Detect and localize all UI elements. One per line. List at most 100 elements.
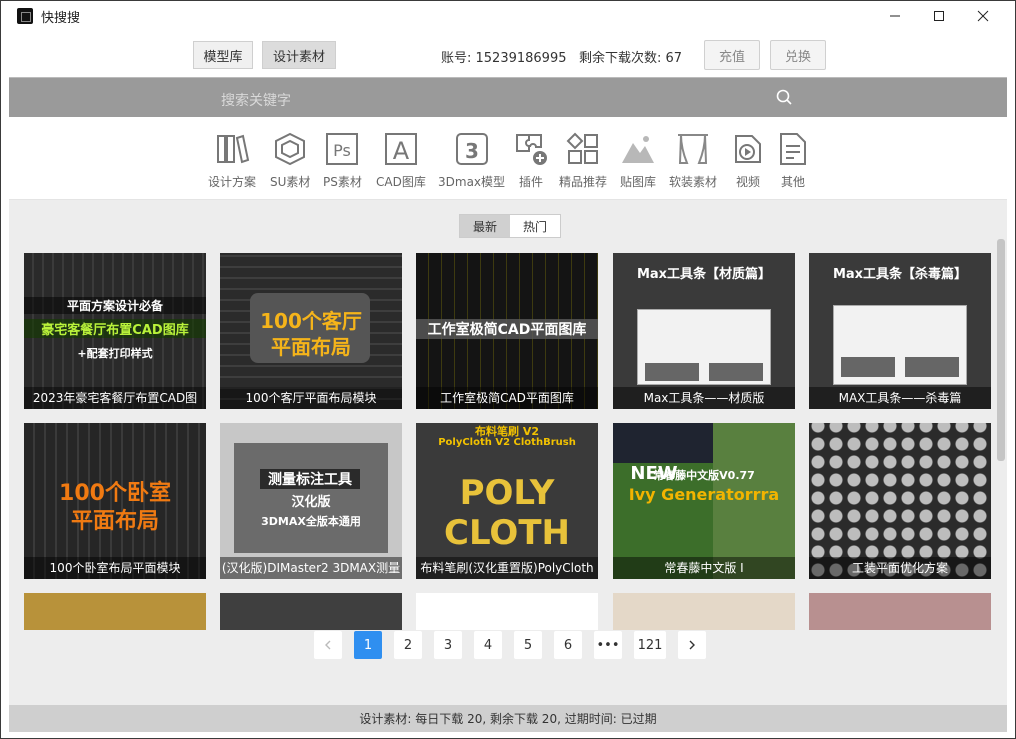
category-plugins[interactable]: 插件: [513, 131, 549, 197]
category-bar: 设计方案 SU素材 Ps PS素材 A CAD图库 3 3Dmax模型 插件 精…: [9, 117, 1007, 200]
card-art-text: POLY: [459, 473, 555, 513]
card-art-text: 工作室极简CAD平面图库: [416, 319, 598, 339]
window-title: 快搜搜: [41, 10, 81, 26]
category-cad-library[interactable]: A CAD图库: [376, 131, 426, 197]
material-card[interactable]: 常春藤中文版V0.77 NEW Ivy Generatorrra 常春藤中文版 …: [613, 423, 795, 579]
tab-model-library[interactable]: 模型库: [193, 41, 253, 69]
sort-tabs: 最新 热门: [459, 214, 561, 238]
card-art-text: 汉化版: [291, 495, 331, 510]
search-bar: 搜索关键字: [9, 77, 1007, 117]
ps-icon: Ps: [326, 133, 359, 165]
material-card[interactable]: 100个客厅 平面布局 100个客厅平面布局模块: [220, 253, 402, 409]
material-card[interactable]: 工装平面优化方案: [809, 423, 991, 579]
card-art-text: 测量标注工具: [260, 469, 360, 489]
card-art-text: 平面布局: [70, 509, 159, 534]
search-icon[interactable]: [775, 88, 793, 106]
card-caption: 工作室极简CAD平面图库: [416, 387, 598, 409]
card-caption: 常春藤中文版 I: [613, 557, 795, 579]
card-caption: (汉化版)DIMaster2 3DMAX测量: [220, 557, 402, 579]
grid-icon: [566, 132, 598, 164]
page-button[interactable]: 5: [514, 631, 542, 659]
tab-design-materials[interactable]: 设计素材: [262, 41, 336, 69]
material-card[interactable]: [613, 593, 795, 630]
category-soft-furnishing[interactable]: 软装素材: [669, 131, 717, 197]
card-grid: 平面方案设计必备 豪宅客餐厅布置CAD图库 +配套打印样式 2023年豪宅客餐厅…: [9, 250, 1007, 630]
video-icon: [735, 135, 761, 163]
category-featured[interactable]: 精品推荐: [559, 131, 607, 197]
material-card[interactable]: 平面方案设计必备 豪宅客餐厅布置CAD图库 +配套打印样式 2023年豪宅客餐厅…: [24, 253, 206, 409]
title-bar: 快搜搜: [1, 1, 1015, 31]
material-card[interactable]: [220, 593, 402, 630]
page-button[interactable]: 6: [554, 631, 582, 659]
material-card[interactable]: 测量标注工具 汉化版 3DMAX全版本通用 (汉化版)DIMaster2 3DM…: [220, 423, 402, 579]
category-ps-materials[interactable]: Ps PS素材: [323, 131, 362, 197]
3dmax-icon: 3: [455, 133, 488, 165]
recharge-button[interactable]: 充值: [704, 40, 760, 70]
card-art-text: NEW: [630, 463, 678, 484]
page-button[interactable]: 121: [634, 631, 666, 659]
status-bar: 设计素材: 每日下载 20, 剩余下载 20, 过期时间: 已过期: [9, 705, 1007, 732]
card-caption: Max工具条——材质版: [613, 387, 795, 409]
card-caption: 2023年豪宅客餐厅布置CAD图: [24, 387, 206, 409]
maximize-icon: [934, 11, 944, 21]
svg-text:Ps: Ps: [334, 141, 352, 160]
category-design-plans[interactable]: 设计方案: [208, 131, 256, 197]
category-label: 软装素材: [669, 175, 718, 189]
prev-page-button[interactable]: [314, 631, 342, 659]
sketchup-icon: [275, 132, 306, 166]
material-card[interactable]: [809, 593, 991, 630]
category-su-materials[interactable]: SU素材: [270, 131, 310, 197]
search-input[interactable]: 搜索关键字: [221, 90, 291, 110]
material-card[interactable]: 100个卧室 平面布局 100个卧室布局平面模块: [24, 423, 206, 579]
content-area: 最新 热门 平面方案设计必备 豪宅客餐厅布置CAD图库 +配套打印样式 2023…: [9, 200, 1007, 705]
chevron-right-icon: [689, 640, 695, 650]
card-caption: MAX工具条——杀毒篇: [809, 387, 991, 409]
material-card[interactable]: 布料笔刷 V2 PolyCloth V2 ClothBrush POLY CLO…: [416, 423, 598, 579]
card-caption: 布料笔刷(汉化重置版)PolyCloth: [416, 557, 598, 579]
app-logo-icon: [17, 8, 33, 24]
close-icon: [977, 10, 989, 22]
next-page-button[interactable]: [678, 631, 706, 659]
page-button[interactable]: 1: [354, 631, 382, 659]
app-window: 快搜搜 模型库 设计素材 账号: 15239186995 剩余下载次数: 67 …: [0, 0, 1016, 739]
exchange-button[interactable]: 兑换: [770, 40, 826, 70]
cad-icon: A: [384, 133, 417, 165]
scrollbar[interactable]: [997, 239, 1005, 461]
page-ellipsis-button[interactable]: •••: [594, 631, 622, 659]
category-label: 设计方案: [208, 175, 257, 189]
category-label: SU素材: [270, 175, 311, 189]
category-3dmax-models[interactable]: 3 3Dmax模型: [438, 131, 505, 197]
category-video[interactable]: 视频: [730, 131, 766, 197]
minimize-button[interactable]: [873, 1, 917, 31]
category-label: 精品推荐: [559, 175, 608, 189]
maximize-button[interactable]: [917, 1, 961, 31]
category-other[interactable]: 其他: [775, 131, 811, 197]
category-label: 其他: [780, 175, 805, 189]
material-card[interactable]: [416, 593, 598, 630]
card-caption: 工装平面优化方案: [809, 557, 991, 579]
other-icon: [780, 133, 806, 165]
tab-popular[interactable]: 热门: [510, 215, 560, 237]
card-art-text: 平面布局: [271, 335, 351, 359]
remaining-downloads: 剩余下载次数: 67: [579, 51, 683, 66]
close-button[interactable]: [961, 1, 1005, 31]
top-toolbar: 模型库 设计素材 账号: 15239186995 剩余下载次数: 67 充值 兑…: [9, 31, 1007, 77]
material-card[interactable]: Max工具条【材质篇】 Max工具条——材质版: [613, 253, 795, 409]
material-card[interactable]: 工作室极简CAD平面图库 工作室极简CAD平面图库: [416, 253, 598, 409]
material-card[interactable]: Max工具条【杀毒篇】 MAX工具条——杀毒篇: [809, 253, 991, 409]
card-art-text: CLOTH: [444, 513, 570, 553]
tab-latest[interactable]: 最新: [460, 215, 510, 237]
page-button[interactable]: 4: [474, 631, 502, 659]
svg-text:3: 3: [465, 139, 479, 163]
material-card[interactable]: [24, 593, 206, 630]
card-art-text: 100个客厅: [260, 309, 362, 333]
card-art-text: Max工具条【杀毒篇】: [832, 267, 968, 282]
page-button[interactable]: 3: [434, 631, 462, 659]
category-label: 3Dmax模型: [438, 175, 506, 189]
category-texture-library[interactable]: 贴图库: [620, 131, 656, 197]
card-art-text: +配套打印样式: [77, 347, 153, 360]
card-art-text: 豪宅客餐厅布置CAD图库: [24, 319, 206, 338]
page-button[interactable]: 2: [394, 631, 422, 659]
plugin-icon: [516, 134, 547, 165]
card-art-text: 平面方案设计必备: [24, 297, 206, 314]
